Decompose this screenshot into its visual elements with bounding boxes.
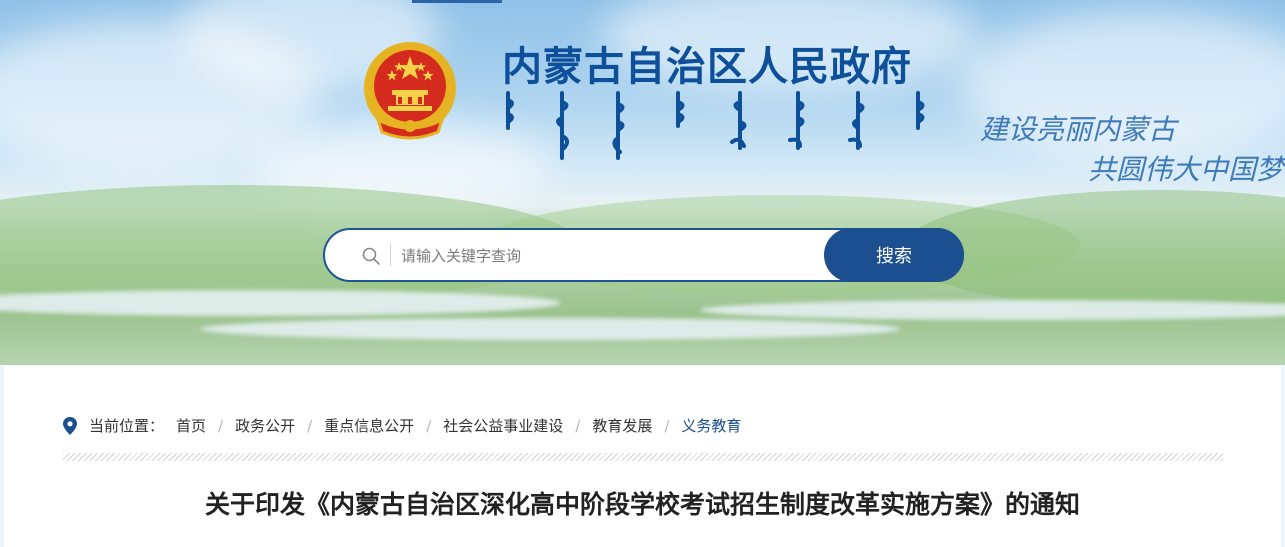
slogan-line-2: 共圆伟大中国梦: [1088, 153, 1285, 186]
search-button[interactable]: 搜索: [824, 228, 964, 282]
breadcrumb-compulsory-education[interactable]: 义务教育: [681, 415, 741, 436]
main-content: 当前位置： 首页 / 政务公开 / 重点信息公开 / 社会公益事业建设 / 教育…: [4, 365, 1281, 547]
search-separator: [390, 244, 391, 266]
search-icon: [362, 247, 380, 265]
breadcrumb-education[interactable]: 教育发展: [592, 415, 652, 436]
breadcrumb: 当前位置： 首页 / 政务公开 / 重点信息公开 / 社会公益事业建设 / 教育…: [63, 415, 741, 436]
article-title: 关于印发《内蒙古自治区深化高中阶段学校考试招生制度改革实施方案》的通知: [204, 490, 1080, 519]
top-accent-bar: [412, 0, 502, 3]
section-divider: [63, 453, 1223, 461]
slogan-line-1: 建设亮丽内蒙古: [980, 113, 1177, 146]
mongolian-script-title: [506, 91, 925, 160]
breadcrumb-home[interactable]: 首页: [176, 415, 206, 436]
location-pin-icon: [63, 416, 77, 435]
breadcrumb-public-welfare[interactable]: 社会公益事业建设: [443, 415, 563, 436]
search-bar: 搜索: [323, 228, 964, 282]
breadcrumb-key-info[interactable]: 重点信息公开: [324, 415, 414, 436]
breadcrumb-gov-affairs[interactable]: 政务公开: [235, 415, 295, 436]
breadcrumb-separator: /: [307, 416, 313, 435]
site-title: 内蒙古自治区人民政府: [502, 44, 912, 90]
breadcrumb-label: 当前位置：: [89, 417, 165, 435]
river: [0, 290, 560, 316]
river: [200, 318, 900, 340]
national-emblem: [364, 42, 456, 140]
breadcrumb-separator: /: [664, 416, 670, 435]
header-banner: 内蒙古自治区人民政府 建设亮丽内蒙古 共圆伟大中国梦 搜索: [0, 0, 1285, 365]
search-input[interactable]: [401, 240, 821, 272]
breadcrumb-separator: /: [218, 416, 224, 435]
breadcrumb-separator: /: [426, 416, 432, 435]
river: [700, 300, 1285, 320]
breadcrumb-separator: /: [575, 416, 581, 435]
